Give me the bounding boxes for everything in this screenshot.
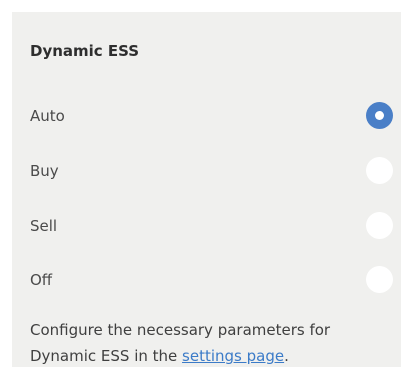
option-buy[interactable]: Buy bbox=[12, 151, 401, 191]
help-text: Configure the necessary parameters for D… bbox=[30, 317, 390, 369]
help-text-line-2-suffix: . bbox=[284, 347, 289, 365]
option-auto[interactable]: Auto bbox=[12, 96, 401, 136]
panel-title: Dynamic ESS bbox=[30, 42, 140, 60]
buy-radio-icon[interactable] bbox=[366, 157, 393, 184]
sell-radio-icon[interactable] bbox=[366, 212, 393, 239]
auto-radio-selected-icon[interactable] bbox=[366, 102, 393, 129]
option-sell[interactable]: Sell bbox=[12, 206, 401, 246]
dynamic-ess-panel: Dynamic ESS Auto Buy Sell Off Configure … bbox=[12, 12, 401, 367]
help-text-line-2-prefix: Dynamic ESS in the bbox=[30, 347, 183, 365]
option-buy-label: Buy bbox=[30, 162, 59, 180]
option-auto-label: Auto bbox=[30, 107, 65, 125]
settings-page-link[interactable]: settings page bbox=[182, 347, 284, 365]
off-radio-icon[interactable] bbox=[366, 266, 393, 293]
help-text-line-1: Configure the necessary parameters for bbox=[30, 321, 331, 339]
option-off-label: Off bbox=[30, 271, 53, 289]
option-off[interactable]: Off bbox=[12, 260, 401, 300]
option-sell-label: Sell bbox=[30, 217, 58, 235]
